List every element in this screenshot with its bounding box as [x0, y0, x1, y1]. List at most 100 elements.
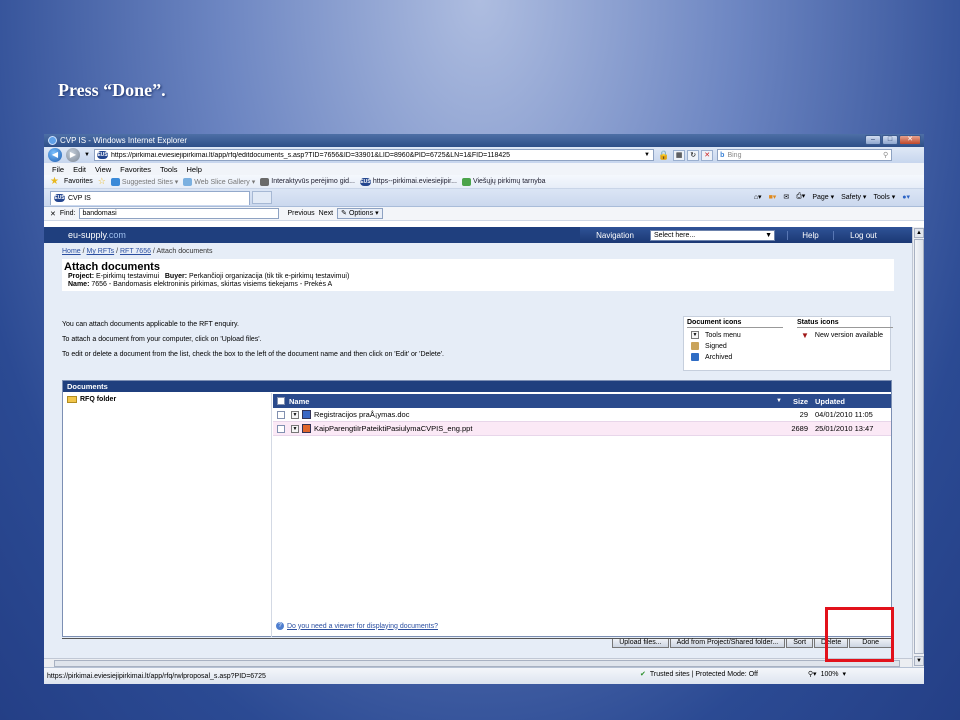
breadcrumb-home[interactable]: Home	[62, 248, 81, 255]
document-name[interactable]: Registracijos praÅ¡ymas.doc	[314, 410, 409, 419]
project-line: Project: E-pirkimų testavimui Buyer: Per…	[68, 273, 350, 280]
breadcrumb-rft[interactable]: RFT 7656	[120, 248, 151, 255]
fav-vpt[interactable]: Viešųjų pirkimų tarnyba	[461, 177, 546, 186]
new-tab-button[interactable]	[252, 191, 272, 204]
tools-menu-icon[interactable]: ▼	[291, 424, 299, 433]
title-box: Attach documents Project: E-pirkimų test…	[62, 259, 894, 291]
breadcrumb: Home / My RFTs / RFT 7656 / Attach docum…	[62, 248, 213, 255]
table-row[interactable]: ▼ Registracijos praÅ¡ymas.doc 29 04/01/2…	[273, 408, 891, 422]
chevron-down-icon[interactable]: ▾	[842, 670, 846, 678]
menu-file[interactable]: File	[52, 165, 64, 174]
document-name[interactable]: KaipParengtiIrPateiktiPasiulymaCVPIS_eng…	[314, 424, 472, 433]
minimize-button[interactable]: –	[865, 135, 881, 145]
cmd-tools[interactable]: Tools ▾	[873, 193, 895, 201]
select-all-checkbox[interactable]	[277, 397, 285, 405]
address-bar-row: ◀ ▶ ▼ EUS https://pirkimai.eviesiejipirk…	[44, 147, 924, 163]
column-updated[interactable]: Updated	[811, 397, 891, 406]
home-icon[interactable]: ⌂▾	[754, 193, 762, 201]
help-icon[interactable]: ●▾	[902, 193, 910, 201]
horizontal-scrollbar[interactable]	[44, 658, 912, 667]
navigation-label: Navigation	[596, 230, 634, 240]
sort-button[interactable]: Sort	[786, 639, 814, 648]
search-input[interactable]: b Bing ⚲	[717, 149, 893, 161]
tab-row: EUS CVP IS ⌂▾ ■▾ ✉ ⎙▾ Page ▾ Safety ▾ To…	[44, 189, 924, 207]
column-menu-icon[interactable]: ▼	[773, 398, 785, 404]
scroll-thumb[interactable]	[914, 239, 924, 654]
fav-web-slice-gallery[interactable]: Web Slice Gallery ▾	[183, 177, 255, 186]
fav-suggested-sites[interactable]: Suggested Sites ▾	[110, 177, 178, 186]
site-header: eu-supply.com Navigation Select here... …	[44, 227, 912, 243]
tools-menu-icon[interactable]: ▼	[291, 410, 299, 419]
close-find-icon[interactable]: ✕	[50, 210, 56, 218]
site-navigation: Navigation Select here... ▼ Help Log out	[580, 227, 912, 243]
add-from-folder-button[interactable]: Add from Project/Shared folder...	[669, 639, 786, 648]
instructions: You can attach documents applicable to t…	[62, 317, 444, 362]
tab-cvp-is[interactable]: EUS CVP IS	[50, 190, 250, 205]
mail-icon[interactable]: ✉	[783, 193, 789, 201]
logout-link[interactable]: Log out	[833, 230, 893, 240]
chevron-down-icon: ▾	[375, 209, 379, 217]
navigation-select[interactable]: Select here... ▼	[650, 229, 775, 241]
menu-help[interactable]: Help	[187, 165, 202, 174]
cmd-safety[interactable]: Safety ▾	[841, 193, 866, 201]
stop-icon[interactable]: ✕	[701, 149, 714, 161]
compatibility-icon[interactable]: ▦	[673, 149, 686, 161]
menu-favorites[interactable]: Favorites	[120, 165, 151, 174]
viewer-link[interactable]: Do you need a viewer for displaying docu…	[287, 623, 438, 630]
favorites-star-icon[interactable]: ★	[50, 176, 59, 187]
page-title: Attach documents	[64, 261, 160, 273]
add-favorite-icon[interactable]: ☆	[98, 176, 106, 187]
find-options-button[interactable]: ✎ Options ▾	[337, 208, 383, 219]
print-icon[interactable]: ⎙▾	[796, 192, 805, 201]
rfq-folder[interactable]: RFQ folder	[67, 396, 116, 403]
scroll-thumb[interactable]	[54, 660, 900, 667]
menu-view[interactable]: View	[95, 165, 111, 174]
column-name[interactable]: Name	[289, 397, 773, 406]
close-window-button[interactable]: ✕	[899, 135, 921, 145]
icon-legend: Document icons ▼ Tools menu Signed Archiv…	[683, 316, 893, 371]
zoom-dropdown-icon[interactable]: ⚲▾	[808, 670, 817, 678]
row-checkbox[interactable]	[277, 410, 285, 419]
breadcrumb-my-rfts[interactable]: My RFTs	[87, 248, 115, 255]
scroll-down-icon[interactable]: ▼	[914, 656, 924, 666]
maximize-button[interactable]: □	[882, 135, 898, 145]
row-checkbox[interactable]	[277, 424, 285, 433]
address-dropdown-icon[interactable]: ▼	[644, 152, 650, 158]
security-zone[interactable]: Trusted sites | Protected Mode: Off	[650, 671, 758, 678]
pencil-icon: ✎	[341, 209, 347, 217]
help-link[interactable]: Help	[787, 230, 833, 240]
favorites-button[interactable]: Favorites	[64, 178, 93, 185]
status-icons-title: Status icons	[797, 319, 893, 328]
table-row[interactable]: ▼ KaipParengtiIrPateiktiPasiulymaCVPIS_e…	[273, 422, 891, 436]
page-content: eu-supply.com Navigation Select here... …	[44, 227, 912, 666]
find-next-button[interactable]: Next	[319, 210, 333, 217]
scroll-up-icon[interactable]: ▲	[914, 228, 924, 238]
fav-pirkimai[interactable]: EUS https--pirkimai.eviesiejipir...	[359, 177, 457, 186]
upload-files-button[interactable]: Upload files...	[612, 639, 669, 648]
document-size: 2689	[791, 424, 808, 433]
menu-tools[interactable]: Tools	[160, 165, 178, 174]
site-logo[interactable]: eu-supply.com	[44, 230, 126, 240]
search-icon[interactable]: ⚲	[883, 151, 888, 159]
tab-favicon-icon: EUS	[54, 194, 65, 202]
zoom-level[interactable]: 100%	[821, 671, 839, 678]
documents-panel: Documents RFQ folder Name ▼ Size Updated	[62, 380, 892, 637]
vertical-scrollbar[interactable]: ▲ ▼	[912, 227, 924, 667]
signed-icon	[691, 342, 699, 350]
column-size[interactable]: Size	[785, 397, 811, 406]
menu-edit[interactable]: Edit	[73, 165, 86, 174]
lock-icon[interactable]: 🔒	[658, 150, 669, 161]
find-input[interactable]: bandomasi	[79, 208, 280, 219]
feeds-icon[interactable]: ■▾	[769, 193, 777, 201]
fav-interaktyvus[interactable]: Interaktyvūs perėjimo gid...	[260, 177, 355, 186]
suggested-sites-icon	[110, 177, 120, 186]
cmd-page[interactable]: Page ▾	[812, 193, 834, 201]
find-label: Find:	[59, 210, 76, 217]
history-dropdown-icon[interactable]: ▼	[84, 152, 90, 158]
refresh-icon[interactable]: ↻	[687, 149, 700, 161]
address-input[interactable]: EUS https://pirkimai.eviesiejipirkimai.l…	[93, 149, 654, 161]
forward-button[interactable]: ▶	[66, 148, 80, 162]
back-button[interactable]: ◀	[48, 148, 62, 162]
find-previous-button[interactable]: Previous	[287, 210, 314, 217]
main-page: Home / My RFTs / RFT 7656 / Attach docum…	[62, 243, 912, 666]
